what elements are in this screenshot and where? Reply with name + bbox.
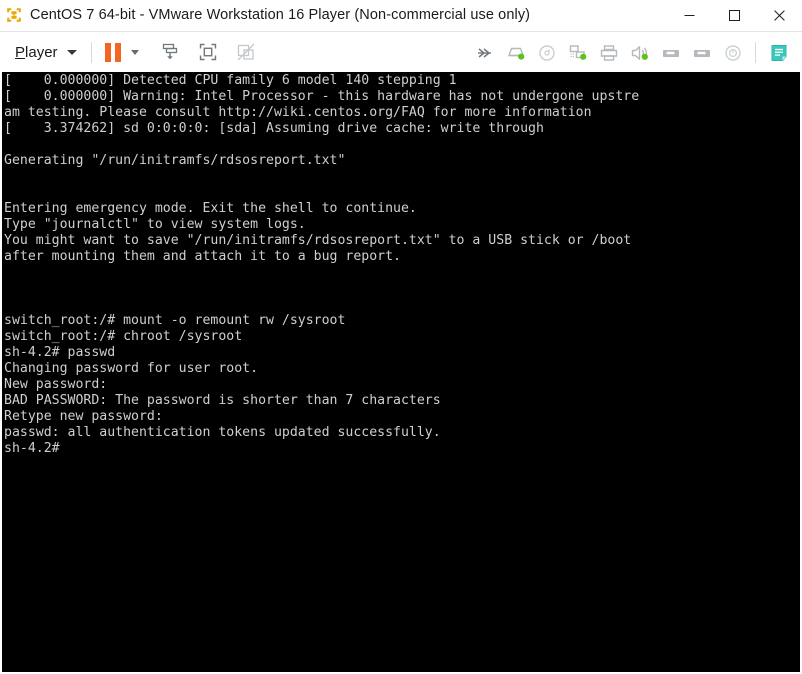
camera-icon <box>724 44 741 61</box>
player-menu-label: Player <box>15 43 58 61</box>
console-line: [ 0.000000] Detected CPU family 6 model … <box>4 73 457 88</box>
console-line: BAD PASSWORD: The password is shorter th… <box>4 393 441 408</box>
network-adapter-device-button[interactable] <box>562 38 593 68</box>
console-line: sh-4.2# passwd <box>4 345 116 360</box>
chevrons-right-icon <box>477 47 491 58</box>
device-tray <box>469 32 794 73</box>
maximize-button[interactable] <box>712 0 757 30</box>
printer-icon <box>600 44 617 61</box>
usb-icon <box>662 49 679 57</box>
usb-device-1-button[interactable] <box>655 38 686 68</box>
close-button[interactable] <box>757 0 802 30</box>
title-bar: CentOS 7 64-bit - VMware Workstation 16 … <box>0 0 802 31</box>
window-title: CentOS 7 64-bit - VMware Workstation 16 … <box>30 7 531 23</box>
pause-button[interactable] <box>102 42 124 62</box>
vmware-logo-icon <box>7 8 21 22</box>
usb-device-2-button[interactable] <box>686 38 717 68</box>
console-line: switch_root:/# mount -o remount rw /sysr… <box>4 313 346 328</box>
console-line: New password: <box>4 377 108 392</box>
toolbar-divider <box>90 41 92 63</box>
unity-mode-disabled-icon <box>237 43 254 61</box>
pause-dropdown-button[interactable] <box>124 37 146 67</box>
message-log-icon <box>771 44 786 61</box>
console-line: am testing. Please consult http://wiki.c… <box>4 105 592 120</box>
usb-icon <box>693 49 710 57</box>
cd-dvd-device-button[interactable] <box>531 38 562 68</box>
toolbar: Player <box>0 31 802 72</box>
console-line: [ 0.000000] Warning: Intel Processor - t… <box>4 89 640 104</box>
printer-device-button[interactable] <box>593 38 624 68</box>
console-line: switch_root:/# chroot /sysroot <box>4 329 243 344</box>
close-icon <box>774 9 785 21</box>
sound-card-device-button[interactable] <box>624 38 655 68</box>
vm-console-display[interactable]: [ 0.000000] Detected CPU family 6 model … <box>2 72 800 672</box>
console-line: Changing password for user root. <box>4 361 259 376</box>
console-line: Generating "/run/initramfs/rdsosreport.t… <box>4 153 346 168</box>
hard-disk-icon <box>507 47 524 60</box>
chevron-down-icon <box>66 49 77 55</box>
cd-dvd-icon <box>538 44 555 61</box>
window-controls <box>667 0 802 30</box>
console-line: Retype new password: <box>4 409 163 424</box>
camera-device-button[interactable] <box>717 38 748 68</box>
vmware-player-window: CentOS 7 64-bit - VMware Workstation 16 … <box>0 0 802 674</box>
sound-card-icon <box>631 45 648 60</box>
console-line: passwd: all authentication tokens update… <box>4 425 441 440</box>
pause-icon <box>104 42 121 62</box>
console-line: [ 3.374262] sd 0:0:0:0: [sda] Assuming d… <box>4 121 544 136</box>
minimize-button[interactable] <box>667 0 712 30</box>
console-line: Entering emergency mode. Exit the shell … <box>4 201 417 216</box>
console-text: [ 0.000000] Detected CPU family 6 model … <box>2 72 800 457</box>
console-line: You might want to save "/run/initramfs/r… <box>4 233 632 248</box>
full-screen-button[interactable] <box>192 37 224 67</box>
hard-disk-device-button[interactable] <box>500 38 531 68</box>
chevron-down-icon <box>130 49 139 55</box>
minimize-icon <box>684 14 695 16</box>
player-menu-button[interactable]: Player <box>11 41 81 64</box>
network-adapter-icon <box>569 44 586 60</box>
message-log-button[interactable] <box>763 38 794 68</box>
expand-devices-button[interactable] <box>469 38 500 68</box>
console-line: after mounting them and attach it to a b… <box>4 249 401 264</box>
send-ctrl-alt-del-button[interactable] <box>154 37 186 67</box>
unity-mode-button <box>230 37 262 67</box>
console-line: Type "journalctl" to view system logs. <box>4 217 306 232</box>
full-screen-icon <box>199 43 216 61</box>
console-line: sh-4.2# <box>4 441 60 456</box>
toolbar-divider <box>755 42 756 63</box>
maximize-icon <box>729 9 740 21</box>
send-ctrl-alt-del-icon <box>162 43 177 60</box>
